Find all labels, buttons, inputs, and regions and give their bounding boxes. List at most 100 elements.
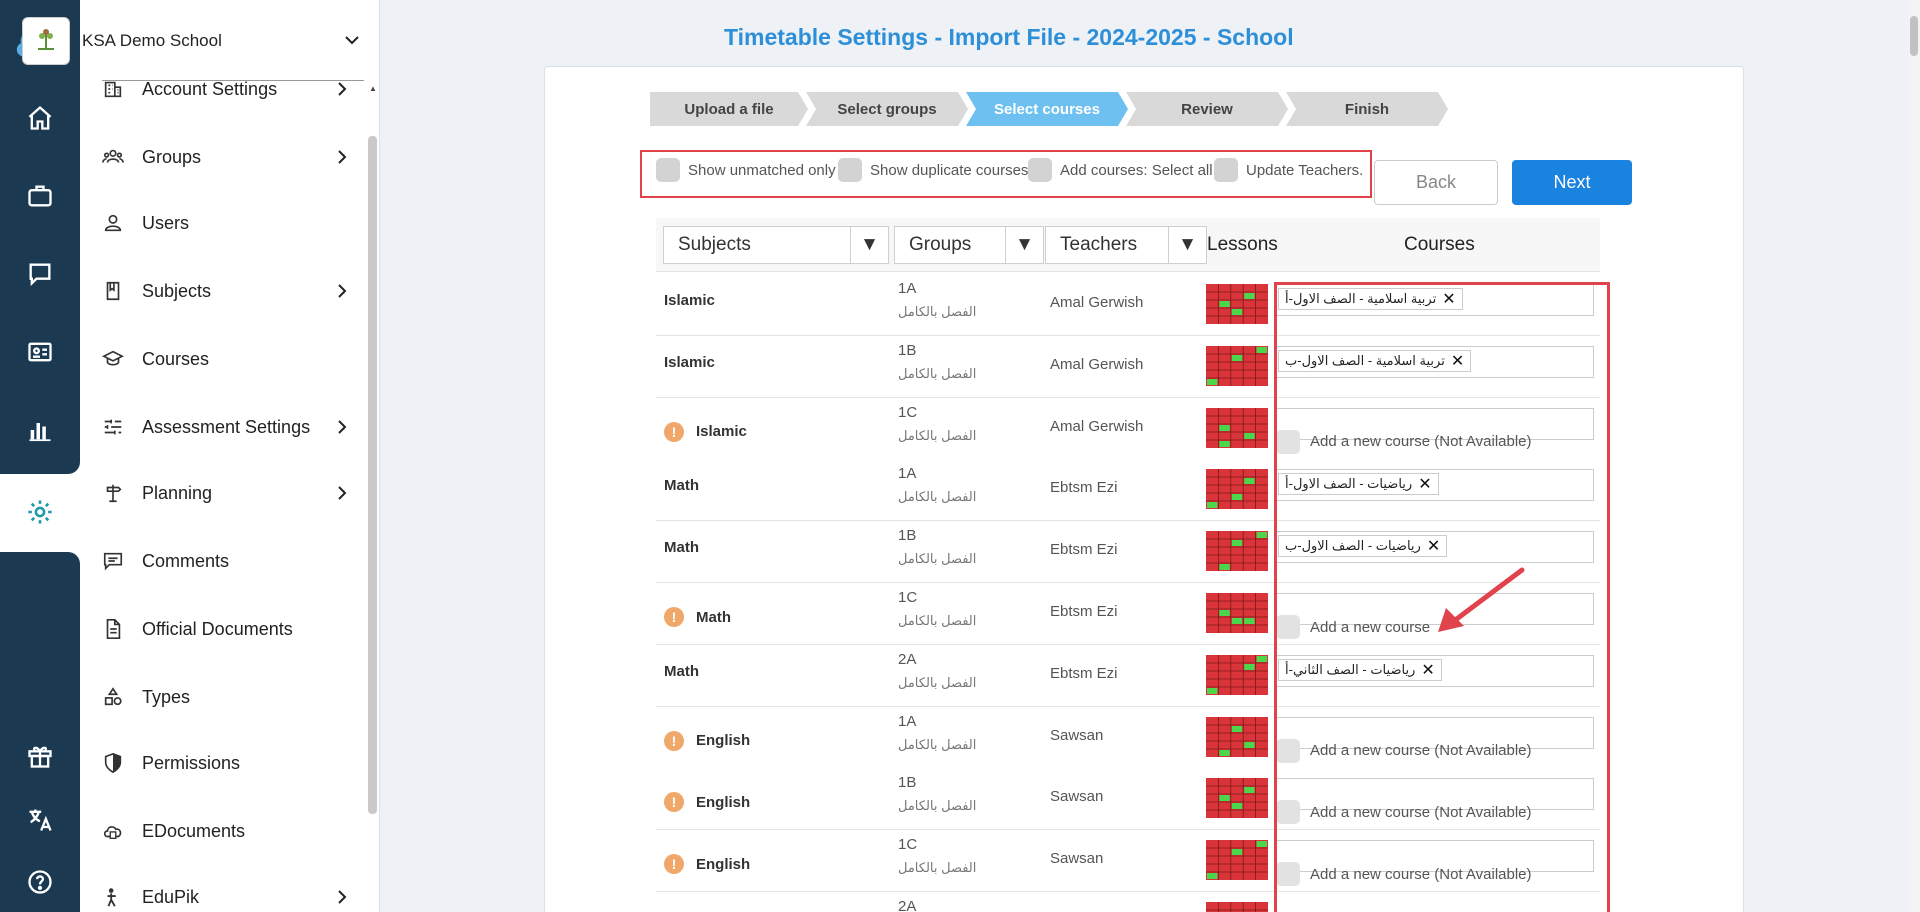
- checkbox[interactable]: [838, 158, 862, 182]
- lessons-grid: [1206, 593, 1268, 633]
- briefcase-icon[interactable]: [22, 178, 58, 214]
- sidebar-scrollbar[interactable]: [368, 136, 377, 814]
- subject-cell: Math: [664, 662, 699, 680]
- teacher-cell: Sawsan: [1050, 850, 1104, 868]
- sidebar-item-label: Courses: [142, 348, 210, 369]
- group-scope: الفصل بالكامل: [898, 674, 977, 690]
- annotation-arrow-icon: [1438, 567, 1525, 632]
- group-name: 1B: [898, 341, 917, 359]
- back-button[interactable]: Back: [1374, 160, 1498, 205]
- lessons-grid: [1206, 902, 1268, 912]
- teacher-cell: Sawsan: [1050, 788, 1104, 806]
- subject-cell: Islamic: [664, 353, 715, 371]
- next-button[interactable]: Next: [1512, 160, 1632, 205]
- step-review[interactable]: Review: [1126, 92, 1288, 126]
- teacher-cell: Sawsan: [1050, 726, 1104, 744]
- school-selector[interactable]: KSA Demo School: [22, 16, 360, 66]
- sidebar-item-courses[interactable]: Courses: [100, 339, 362, 379]
- checkbox[interactable]: [1028, 158, 1052, 182]
- sidebar-item-permissions[interactable]: Permissions: [100, 743, 362, 783]
- chevron-right-icon: [338, 82, 347, 96]
- group-scope: الفصل بالكامل: [898, 551, 977, 567]
- sidebar-item-users[interactable]: Users: [100, 203, 362, 243]
- teacher-cell: Ebtsm Ezi: [1050, 479, 1118, 497]
- gift-icon[interactable]: [22, 738, 58, 774]
- sidebar-item-types[interactable]: Types: [100, 677, 362, 717]
- sidebar-item-assessment-settings[interactable]: Assessment Settings: [100, 407, 362, 447]
- subject-cell: Islamic: [664, 292, 715, 309]
- subject-cell: ! English: [664, 730, 750, 751]
- help-icon[interactable]: [22, 864, 58, 900]
- group-name: 1A: [898, 465, 917, 483]
- sidebar-item-label: Subjects: [142, 280, 212, 301]
- sidebar-item-edupik[interactable]: EduPik: [100, 877, 362, 912]
- group-scope: الفصل بالكامل: [898, 798, 977, 814]
- sidebar-item-label: Official Documents: [142, 618, 293, 639]
- shapes-icon: [100, 684, 126, 710]
- dropdown-arrow-icon: ▼: [1005, 227, 1043, 263]
- show-duplicate-checkbox[interactable]: Show duplicate courses: [838, 156, 1028, 184]
- lessons-header: Lessons: [1207, 234, 1278, 255]
- subject-cell: ! English: [664, 854, 750, 875]
- lessons-grid: [1206, 345, 1268, 386]
- step-upload-file[interactable]: Upload a file: [650, 92, 808, 126]
- group-scope: الفصل بالكامل: [898, 365, 977, 381]
- person-icon: [100, 884, 126, 910]
- sidebar-item-subjects[interactable]: Subjects: [100, 271, 362, 311]
- show-unmatched-checkbox[interactable]: Show unmatched only: [656, 156, 836, 184]
- home-icon[interactable]: [22, 100, 58, 136]
- cloud-doc-icon: [100, 818, 126, 844]
- sidebar-item-label: EDocuments: [142, 820, 246, 841]
- bar-chart-icon[interactable]: [22, 412, 58, 448]
- chevron-right-icon: [338, 284, 347, 298]
- group-scope: الفصل بالكامل: [898, 736, 977, 752]
- step-select-groups[interactable]: Select groups: [806, 92, 968, 126]
- subject-cell: ! Islamic: [664, 421, 747, 442]
- teacher-cell: Ebtsm Ezi: [1050, 541, 1118, 559]
- select-all-courses-checkbox[interactable]: Add courses: Select all: [1028, 156, 1213, 184]
- sidebar-item-edocuments[interactable]: EDocuments: [100, 811, 362, 851]
- building-icon: [100, 76, 126, 102]
- page-scroll-thumb[interactable]: [1910, 16, 1918, 56]
- lessons-grid: [1206, 840, 1268, 881]
- chevron-right-icon: [338, 420, 347, 434]
- user-icon: [100, 210, 126, 236]
- chat-icon[interactable]: [22, 256, 58, 292]
- comment-icon: [100, 548, 126, 574]
- lessons-grid: [1206, 284, 1268, 324]
- translate-icon[interactable]: [22, 802, 58, 838]
- sidebar-item-label: EduPik: [142, 886, 200, 907]
- checkbox[interactable]: [1214, 158, 1238, 182]
- chevron-down-icon[interactable]: [342, 30, 362, 50]
- sidebar-item-label: Assessment Settings: [142, 416, 311, 437]
- sidebar-item-account-settings[interactable]: Account Settings: [100, 69, 362, 109]
- school-logo: [22, 17, 70, 65]
- sidebar-item-label: Types: [142, 686, 191, 707]
- update-teachers-checkbox[interactable]: Update Teachers.: [1214, 156, 1363, 184]
- sliders-icon: [100, 414, 126, 440]
- sidebar-item-official-documents[interactable]: Official Documents: [100, 609, 362, 649]
- sidebar-item-planning[interactable]: Planning: [100, 473, 362, 513]
- sidebar-item-label: Groups: [142, 146, 202, 167]
- sidebar-item-groups[interactable]: Groups: [100, 137, 362, 177]
- subject-cell: Math: [664, 539, 699, 557]
- sidebar-item-label: Account Settings: [142, 78, 278, 99]
- document-icon: [100, 616, 126, 642]
- checkbox[interactable]: [656, 158, 680, 182]
- id-card-icon[interactable]: [22, 334, 58, 370]
- lessons-grid: [1206, 531, 1268, 572]
- scroll-up-arrow[interactable]: ▲: [369, 84, 377, 93]
- graduation-cap-icon: [100, 346, 126, 372]
- chevron-right-icon: [338, 486, 347, 500]
- page-scrollbar[interactable]: [1908, 0, 1920, 912]
- sidebar-item-comments[interactable]: Comments: [100, 541, 362, 581]
- gear-icon[interactable]: [22, 494, 58, 530]
- teachers-filter[interactable]: Teachers ▼: [1045, 226, 1207, 264]
- groups-icon: [100, 144, 126, 170]
- step-select-courses[interactable]: Select courses: [966, 92, 1128, 126]
- group-name: 1B: [898, 527, 917, 545]
- group-name: 1C: [898, 836, 918, 854]
- subjects-filter[interactable]: Subjects ▼: [663, 226, 889, 264]
- groups-filter[interactable]: Groups ▼: [894, 226, 1044, 264]
- step-finish[interactable]: Finish: [1286, 92, 1448, 126]
